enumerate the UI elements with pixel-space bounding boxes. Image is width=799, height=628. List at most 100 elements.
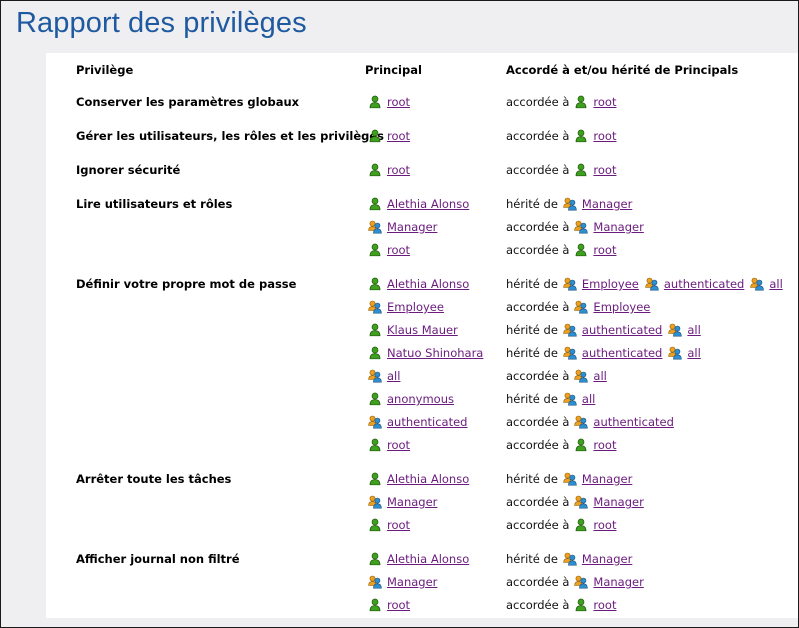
group-icon — [368, 369, 382, 383]
principal-link[interactable]: Alethia Alonso — [387, 197, 469, 211]
source-principal-link[interactable]: root — [593, 518, 616, 532]
source-principal-link[interactable]: all — [582, 392, 595, 406]
source-principal-link[interactable]: Manager — [582, 552, 632, 566]
relation-label: accordée à — [506, 415, 570, 429]
principal-link[interactable]: Alethia Alonso — [387, 277, 469, 291]
principal-link[interactable]: anonymous — [387, 392, 454, 406]
source-principal-link[interactable]: root — [593, 438, 616, 452]
source-principal-link[interactable]: Employee — [582, 277, 639, 291]
granted-inherited-cell: accordée à root — [506, 597, 622, 613]
principal-cell: root — [368, 242, 416, 258]
source-principal-link[interactable]: authenticated — [593, 415, 673, 429]
relation-label: accordée à — [506, 438, 570, 452]
granted-inherited-cell: accordée à authenticated — [506, 414, 680, 430]
source-principal-link[interactable]: root — [593, 95, 616, 109]
privilege-name: Gérer les utilisateurs, les rôles et les… — [76, 129, 385, 143]
source-principal-link[interactable]: Manager — [593, 575, 643, 589]
source-principal-link[interactable]: root — [593, 129, 616, 143]
source-principal-link[interactable]: root — [593, 163, 616, 177]
principal-cell: Alethia Alonso — [368, 276, 475, 292]
source-principal-link[interactable]: Manager — [593, 220, 643, 234]
principal-link[interactable]: root — [387, 163, 410, 177]
principal-cell: Manager — [368, 494, 443, 510]
user-icon — [368, 552, 382, 566]
principal-cell: root — [368, 94, 416, 110]
principal-cell: anonymous — [368, 391, 460, 407]
source-principal-link[interactable]: Manager — [582, 472, 632, 486]
user-icon — [368, 197, 382, 211]
principal-link[interactable]: root — [387, 518, 410, 532]
user-icon — [368, 129, 382, 143]
user-icon — [368, 598, 382, 612]
relation-label: accordée à — [506, 369, 570, 383]
source-principal-link[interactable]: authenticated — [582, 346, 662, 360]
user-icon — [368, 518, 382, 532]
principal-cell: root — [368, 162, 416, 178]
group-icon — [574, 369, 589, 383]
source-principal-link[interactable]: Manager — [593, 495, 643, 509]
source-principal-link[interactable]: Manager — [582, 197, 632, 211]
principal-link[interactable]: Klaus Mauer — [387, 323, 458, 337]
privilege-name: Ignorer sécurité — [76, 163, 181, 177]
group-icon — [563, 323, 577, 337]
principal-cell: Alethia Alonso — [368, 471, 475, 487]
group-icon — [750, 277, 765, 291]
group-icon — [574, 220, 589, 234]
relation-label: hérité de — [506, 197, 558, 211]
relation-label: accordée à — [506, 243, 570, 257]
principal-cell: Klaus Mauer — [368, 322, 464, 338]
principal-cell: Employee — [368, 299, 450, 315]
principal-link[interactable]: authenticated — [387, 415, 467, 429]
column-header-privilege: Privilège — [76, 63, 134, 77]
relation-label: accordée à — [506, 518, 570, 532]
principal-link[interactable]: Alethia Alonso — [387, 552, 469, 566]
relation-label: accordée à — [506, 95, 570, 109]
source-principal-link[interactable]: all — [769, 277, 782, 291]
source-principal-link[interactable]: Employee — [593, 300, 650, 314]
principal-link[interactable]: root — [387, 598, 410, 612]
granted-inherited-cell: accordée à root — [506, 128, 622, 144]
user-icon — [368, 392, 382, 406]
principal-link[interactable]: Employee — [387, 300, 444, 314]
granted-inherited-cell: accordée à Manager — [506, 494, 650, 510]
principal-link[interactable]: all — [387, 369, 400, 383]
principal-link[interactable]: Manager — [387, 575, 437, 589]
principal-cell: authenticated — [368, 414, 473, 430]
source-principal-link[interactable]: root — [593, 243, 616, 257]
user-icon — [368, 95, 382, 109]
relation-label: accordée à — [506, 163, 570, 177]
granted-inherited-cell: accordée à Employee — [506, 299, 656, 315]
source-principal-link[interactable]: all — [687, 323, 700, 337]
group-icon — [574, 495, 589, 509]
principal-link[interactable]: root — [387, 438, 410, 452]
source-principal-link[interactable]: all — [687, 346, 700, 360]
column-header-principal: Principal — [365, 63, 422, 77]
relation-label: accordée à — [506, 575, 570, 589]
granted-inherited-cell: hérité de Manager — [506, 471, 638, 487]
granted-inherited-cell: accordée à Manager — [506, 219, 650, 235]
source-principal-link[interactable]: root — [593, 598, 616, 612]
source-principal-link[interactable]: authenticated — [582, 323, 662, 337]
group-icon — [645, 277, 659, 291]
granted-inherited-cell: accordée à root — [506, 162, 622, 178]
group-icon — [574, 300, 589, 314]
principal-link[interactable]: Natuo Shinohara — [387, 346, 483, 360]
principal-link[interactable]: root — [387, 95, 410, 109]
principal-link[interactable]: Manager — [387, 495, 437, 509]
user-icon — [368, 243, 382, 257]
granted-inherited-cell: accordée à Manager — [506, 574, 650, 590]
source-principal-link[interactable]: all — [593, 369, 606, 383]
group-icon — [368, 575, 382, 589]
principal-cell: root — [368, 437, 416, 453]
group-icon — [574, 575, 589, 589]
principal-cell: root — [368, 597, 416, 613]
principal-link[interactable]: Manager — [387, 220, 437, 234]
principal-link[interactable]: root — [387, 243, 410, 257]
source-principal-link[interactable]: authenticated — [664, 277, 744, 291]
principal-link[interactable]: Alethia Alonso — [387, 472, 469, 486]
user-icon — [574, 163, 588, 177]
granted-inherited-cell: hérité de authenticated all — [506, 322, 707, 338]
relation-label: accordée à — [506, 220, 570, 234]
principal-link[interactable]: root — [387, 129, 410, 143]
principal-cell: all — [368, 368, 406, 384]
